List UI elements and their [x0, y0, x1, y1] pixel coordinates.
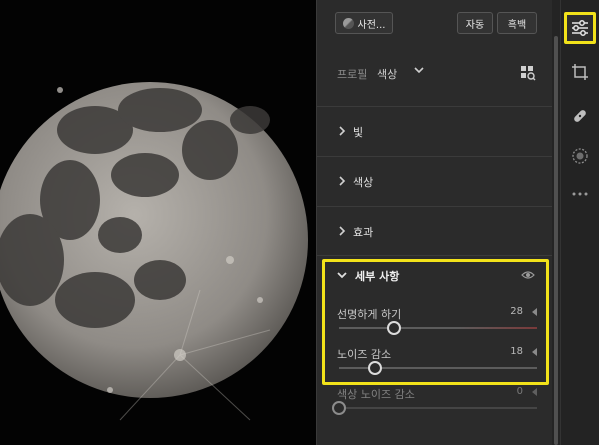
edit-panel: 사전... 자동 흑백 프로필 색상 빛 색상 효과 세부 사항 선명하게 하기…	[316, 0, 553, 445]
edit-tool-button[interactable]	[564, 12, 596, 44]
section-detail-header[interactable]: 세부 사항	[317, 256, 553, 296]
presets-button[interactable]: 사전...	[335, 12, 393, 34]
color-noise-reduction-knob[interactable]	[332, 401, 346, 415]
reset-arrow-icon[interactable]	[531, 308, 539, 316]
chevron-down-icon	[337, 272, 347, 279]
photo-canvas[interactable]	[0, 0, 316, 445]
color-noise-reduction-value[interactable]: 0	[517, 386, 523, 397]
noise-reduction-knob[interactable]	[367, 361, 382, 375]
reset-arrow-icon[interactable]	[531, 348, 539, 356]
eye-icon[interactable]	[521, 269, 535, 281]
section-effects[interactable]: 효과	[317, 206, 553, 256]
bandage-icon	[574, 110, 586, 122]
sharpening-knob[interactable]	[387, 321, 402, 335]
bw-label: 흑백	[507, 19, 527, 31]
panel-top-bar: 사전... 자동 흑백	[317, 0, 553, 44]
chevron-down-icon[interactable]	[413, 64, 425, 76]
chevron-right-icon	[339, 176, 346, 186]
presets-icon	[342, 17, 354, 29]
panel-scrollbar[interactable]	[552, 0, 560, 445]
auto-button[interactable]: 자동	[457, 12, 493, 34]
more-icon	[572, 192, 588, 196]
chevron-right-icon	[339, 226, 346, 236]
sharpening-value[interactable]: 28	[510, 306, 523, 317]
healing-tool-button[interactable]	[564, 100, 596, 132]
section-color-title: 색상	[353, 176, 374, 189]
noise-reduction-value[interactable]: 18	[510, 346, 523, 357]
section-color[interactable]: 색상	[317, 156, 553, 206]
sliders-icon	[572, 20, 588, 36]
section-effects-title: 효과	[353, 226, 374, 239]
more-tools-button[interactable]	[564, 178, 596, 210]
masking-tool-button[interactable]	[564, 140, 596, 172]
reset-arrow-icon[interactable]	[531, 388, 539, 396]
section-light-title: 빛	[353, 126, 364, 139]
tool-rail	[560, 0, 599, 445]
color-noise-reduction-slider: 색상 노이즈 감소 0	[317, 386, 553, 426]
profile-dropdown[interactable]: 색상	[377, 66, 397, 82]
bw-button[interactable]: 흑백	[497, 12, 537, 34]
profile-browser-icon[interactable]	[520, 65, 536, 81]
masking-icon	[572, 148, 588, 164]
crop-tool-button[interactable]	[564, 56, 596, 88]
section-light[interactable]: 빛	[317, 106, 553, 156]
sharpening-track[interactable]	[339, 327, 537, 329]
color-noise-reduction-label: 색상 노이즈 감소	[337, 388, 415, 401]
presets-label: 사전...	[357, 19, 386, 31]
section-detail-title: 세부 사항	[355, 270, 400, 283]
chevron-right-icon	[339, 126, 346, 136]
sharpening-slider: 선명하게 하기 28	[317, 306, 553, 346]
noise-reduction-slider: 노이즈 감소 18	[317, 346, 553, 386]
section-detail: 세부 사항 선명하게 하기 28 노이즈 감소 18 색상 노이즈 감소 0	[317, 256, 553, 445]
moon-image	[0, 82, 308, 421]
crop-icon	[572, 64, 588, 80]
noise-reduction-label: 노이즈 감소	[337, 348, 392, 361]
profile-row: 프로필 색상	[317, 60, 553, 86]
profile-label: 프로필	[337, 68, 368, 81]
auto-label: 자동	[465, 19, 485, 31]
color-noise-reduction-track[interactable]	[339, 407, 537, 409]
sharpening-label: 선명하게 하기	[337, 308, 402, 321]
scrollbar-thumb[interactable]	[554, 36, 558, 445]
